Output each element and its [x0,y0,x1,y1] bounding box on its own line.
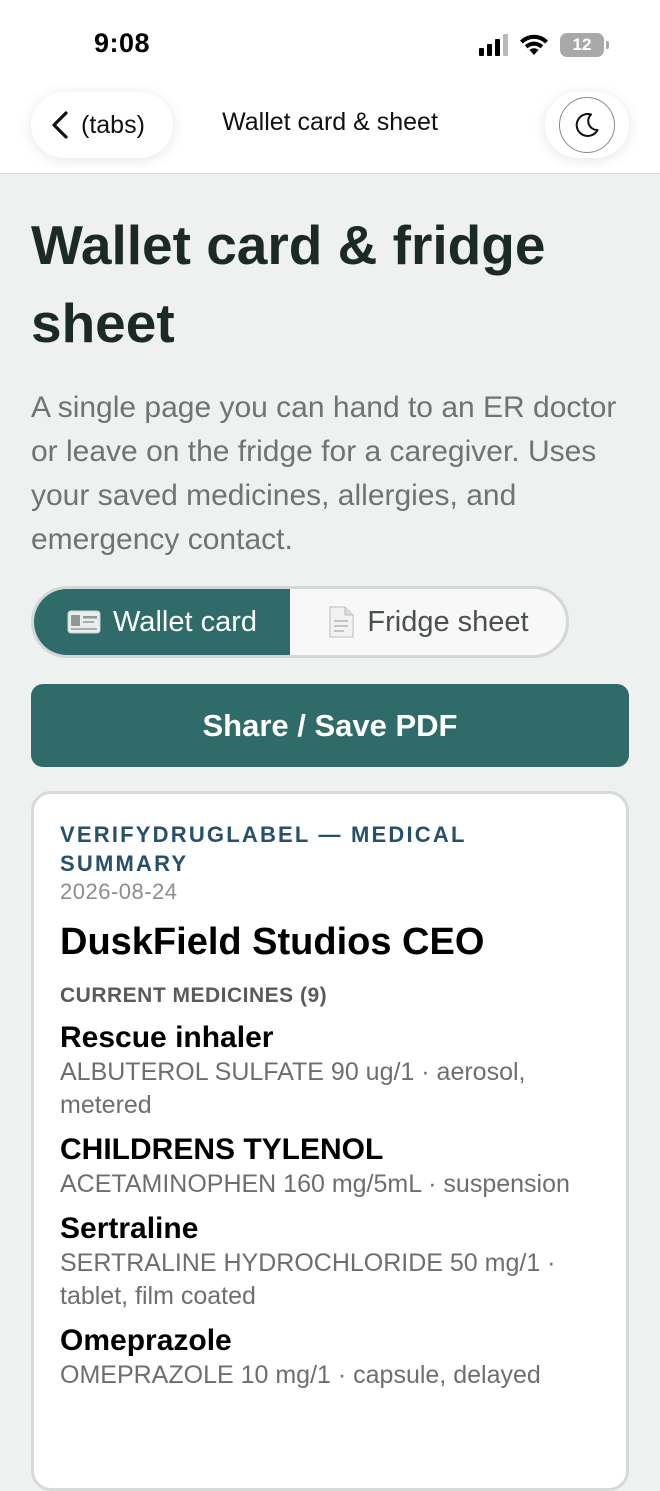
medicine-name: Omeprazole [60,1324,232,1357]
card-holder-name: DuskField Studios CEO [60,921,485,963]
tab-wallet-card-label: Wallet card [113,605,257,638]
card-brand: VERIFYDRUGLABEL — MEDICAL SUMMARY [60,822,467,876]
tab-fridge-sheet[interactable]: Fridge sheet [290,589,566,655]
card-date: 2026-08-24 [60,879,178,904]
theme-toggle-ring [559,97,615,153]
medicine-name: CHILDRENS TYLENOL [60,1133,384,1166]
medicine-name: Sertraline [60,1212,199,1245]
tab-fridge-sheet-label: Fridge sheet [367,605,529,638]
battery-icon: 12 [560,33,609,57]
moon-icon [575,113,599,137]
share-save-pdf-button[interactable]: Share / Save PDF [31,684,629,767]
page-description: A single page you can hand to an ER doct… [31,391,617,556]
wifi-icon [520,34,548,55]
medicine-detail: ALBUTEROL SULFATE 90 ug/1 · aerosol, met… [60,1058,526,1119]
status-time: 9:08 [94,28,151,58]
medicine-detail: OMEPRAZOLE 10 mg/1 · capsule, delayed [60,1361,541,1389]
top-bar: 9:08 12 (tabs) Wallet card & sheet [0,0,660,174]
medical-summary-card: VERIFYDRUGLABEL — MEDICAL SUMMARY 2026-0… [31,791,629,1491]
list-item: Rescue inhaler ALBUTEROL SULFATE 90 ug/1… [60,1020,600,1122]
theme-toggle-button[interactable] [545,92,629,158]
medicine-detail: ACETAMINOPHEN 160 mg/5mL · suspension [60,1170,570,1198]
medicine-name: Rescue inhaler [60,1021,274,1054]
cellular-signal-icon [479,34,508,56]
document-icon [329,606,354,638]
list-item: CHILDRENS TYLENOL ACETAMINOPHEN 160 mg/5… [60,1132,600,1201]
list-item: Omeprazole OMEPRAZOLE 10 mg/1 · capsule,… [60,1323,600,1392]
medicine-detail: SERTRALINE HYDROCHLORIDE 50 mg/1 · table… [60,1249,556,1310]
medicines-heading: CURRENT MEDICINES (9) [60,984,328,1007]
list-item: Sertraline SERTRALINE HYDROCHLORIDE 50 m… [60,1211,600,1313]
battery-level: 12 [572,35,592,54]
view-mode-segmented-control: Wallet card Fridge sheet [31,586,569,658]
tab-wallet-card[interactable]: Wallet card [34,589,290,655]
id-card-icon [67,610,101,634]
page-title: Wallet card & fridge sheet [31,214,546,354]
status-indicators: 12 [479,30,609,60]
